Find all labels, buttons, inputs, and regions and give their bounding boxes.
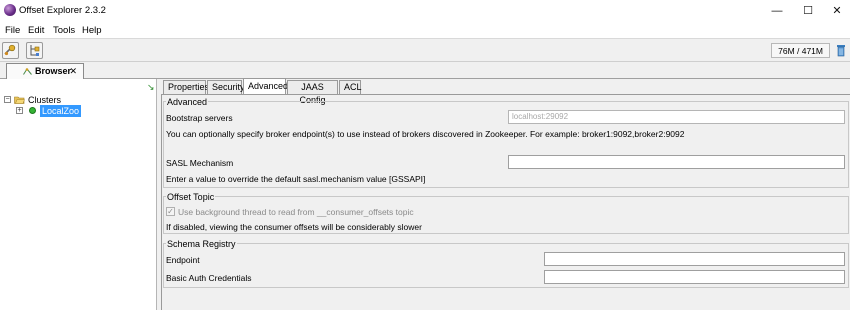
tree-node-localzoo[interactable]: + LocalZoo <box>16 105 86 117</box>
schema-registry-endpoint-input[interactable] <box>544 252 845 266</box>
memory-usage[interactable]: 76M / 471M <box>771 43 830 58</box>
tab-browser-close-icon[interactable]: ✕ <box>69 64 77 79</box>
schema-registry-group-title: Schema Registry <box>166 239 237 249</box>
bootstrap-help-text: You can optionally specify broker endpoi… <box>166 129 685 139</box>
tab-acl[interactable]: ACL <box>339 80 362 94</box>
basic-auth-credentials-input[interactable] <box>544 270 845 284</box>
maximize-button[interactable]: ☐ <box>793 0 823 22</box>
offset-topic-help-text: If disabled, viewing the consumer offset… <box>166 222 422 232</box>
bootstrap-servers-placeholder: localhost:29092 <box>512 112 569 121</box>
garbage-collect-icon[interactable] <box>836 44 846 57</box>
tab-jaas-config[interactable]: JAAS Config <box>287 80 338 105</box>
tree-settings-icon <box>30 45 40 56</box>
connect-icon <box>4 44 16 56</box>
collapse-toggle-icon[interactable]: − <box>4 96 11 103</box>
toolbar: 76M / 471M <box>0 40 850 62</box>
refresh-arrow-icon[interactable]: ↘ <box>147 82 155 93</box>
app-logo-icon <box>4 4 16 16</box>
sasl-mechanism-label: SASL Mechanism <box>166 158 234 168</box>
connect-button[interactable] <box>2 42 19 59</box>
offset-topic-group-title: Offset Topic <box>166 192 216 202</box>
browser-tab-icon <box>23 68 32 75</box>
tree-localzoo-label: LocalZoo <box>40 105 82 117</box>
menu-edit[interactable]: Edit <box>28 25 44 36</box>
tab-browser[interactable]: Browser ✕ <box>6 63 84 79</box>
window-title: Offset Explorer 2.3.2 <box>19 5 106 16</box>
title-bar: Offset Explorer 2.3.2 — ☐ ✕ <box>0 0 850 22</box>
background-thread-label: Use background thread to read from __con… <box>178 207 414 217</box>
tab-advanced[interactable]: Advanced <box>243 78 288 95</box>
expand-toggle-icon[interactable]: + <box>16 107 23 114</box>
bootstrap-servers-input[interactable]: localhost:29092 <box>508 110 845 124</box>
view-tab-strip: Browser ✕ <box>0 62 850 79</box>
folder-open-icon <box>14 96 25 104</box>
sasl-mechanism-input[interactable] <box>508 155 845 169</box>
tab-security[interactable]: Security <box>207 80 245 94</box>
endpoint-label: Endpoint <box>166 255 200 265</box>
close-button[interactable]: ✕ <box>822 0 850 22</box>
menu-tools[interactable]: Tools <box>53 25 75 36</box>
connected-status-icon <box>29 107 36 114</box>
tab-properties[interactable]: Properties <box>163 80 209 94</box>
bootstrap-servers-label: Bootstrap servers <box>166 113 233 123</box>
basic-auth-label: Basic Auth Credentials <box>166 273 252 283</box>
menu-bar: File Edit Tools Help <box>0 22 850 39</box>
menu-help[interactable]: Help <box>82 25 102 36</box>
advanced-group-title: Advanced <box>166 97 209 107</box>
background-thread-checkbox[interactable]: ✓ <box>166 207 175 216</box>
menu-file[interactable]: File <box>5 25 20 36</box>
sasl-help-text: Enter a value to override the default sa… <box>166 174 426 184</box>
minimize-button[interactable]: — <box>762 0 792 22</box>
tab-browser-label: Browser <box>35 66 72 76</box>
settings-button[interactable] <box>26 42 43 59</box>
